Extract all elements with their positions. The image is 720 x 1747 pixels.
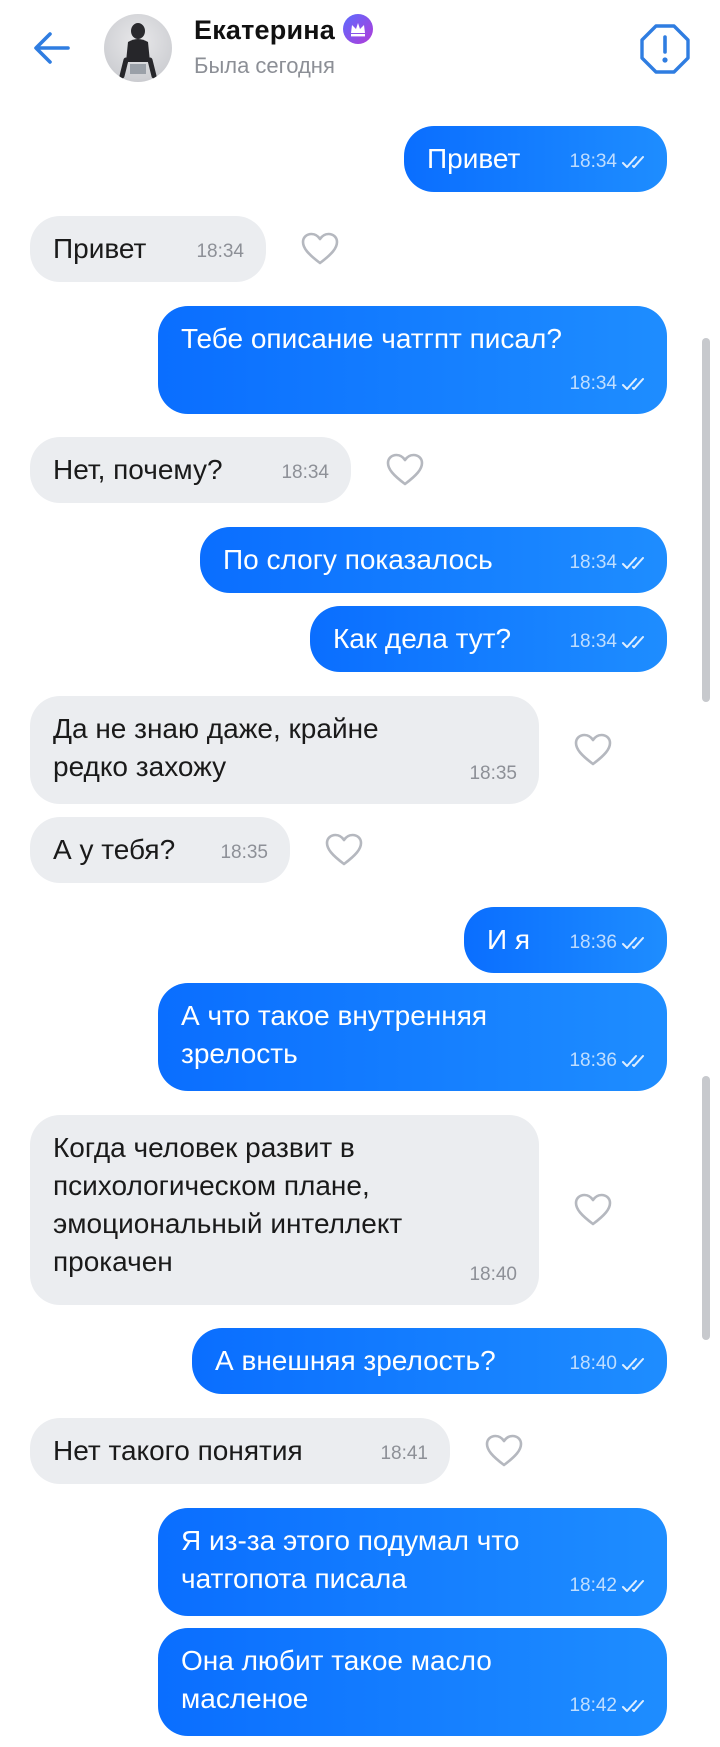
incoming-message[interactable]: Когда человек развит в психологическом пл… (30, 1115, 539, 1305)
incoming-message[interactable]: Нет такого понятия 18:41 (30, 1418, 450, 1484)
message-time: 18:34 (196, 231, 244, 272)
message-timestamp: 18:35 (220, 842, 268, 863)
message-text-line: Я из-за этого подумал что (181, 1525, 520, 1556)
message-text-line: психологическом плане, (53, 1170, 370, 1201)
message-time: 18:34 (569, 542, 651, 583)
message-text-line: зрелость (181, 1038, 298, 1069)
message-text-line: И я (487, 924, 531, 955)
message-time: 18:40 (469, 1254, 517, 1295)
message-timestamp: 18:40 (569, 1353, 617, 1374)
message-time: 18:34 (569, 621, 651, 662)
message-time: 18:42 (569, 1685, 651, 1726)
message-timestamp: 18:35 (469, 763, 517, 784)
like-heart-icon[interactable] (385, 452, 425, 488)
person-figure-icon (119, 23, 157, 79)
message-text-line: А внешняя зрелость? (215, 1345, 496, 1376)
read-checkmarks-icon (622, 937, 644, 949)
message-timestamp: 18:34 (569, 373, 617, 394)
warning-octagon-icon (640, 24, 690, 74)
message-timestamp: 18:42 (569, 1695, 617, 1716)
report-button[interactable] (636, 20, 694, 78)
message-time: 18:41 (380, 1433, 428, 1474)
read-checkmarks-icon (622, 636, 644, 648)
message-timestamp: 18:41 (380, 1443, 428, 1464)
message-text-line: Она любит такое масло (181, 1645, 492, 1676)
incoming-message[interactable]: Привет 18:34 (30, 216, 266, 282)
message-time: 18:42 (569, 1565, 651, 1606)
message-timestamp: 18:42 (569, 1575, 617, 1596)
message-text-line: Нет, почему? (53, 454, 223, 485)
outgoing-message[interactable]: Как дела тут? 18:34 (310, 606, 667, 672)
like-heart-icon[interactable] (484, 1433, 524, 1469)
message-time: 18:34 (569, 141, 651, 182)
read-checkmarks-icon (622, 1055, 644, 1067)
like-heart-icon[interactable] (573, 1192, 613, 1228)
premium-crown-icon (343, 14, 373, 44)
message-time: 18:35 (220, 832, 268, 873)
incoming-message[interactable]: А у тебя? 18:35 (30, 817, 290, 883)
message-time: 18:36 (569, 1040, 651, 1081)
scrollbar-thumb[interactable] (702, 338, 710, 702)
read-checkmarks-icon (622, 557, 644, 569)
message-time: 18:34 (281, 452, 329, 493)
outgoing-message[interactable]: Тебе описание чатгпт писал? 18:34 (158, 306, 667, 414)
read-checkmarks-icon (622, 1580, 644, 1592)
like-heart-icon[interactable] (300, 231, 340, 267)
message-text-line: Да не знаю даже, крайне (53, 713, 379, 744)
incoming-message[interactable]: Да не знаю даже, крайне редко захожу 18:35 (30, 696, 539, 804)
message-timestamp: 18:40 (469, 1264, 517, 1285)
message-time: 18:36 (569, 922, 651, 963)
incoming-message[interactable]: Нет, почему? 18:34 (30, 437, 351, 503)
contact-name[interactable]: Екатерина (194, 14, 373, 46)
message-text-line: Привет (427, 143, 521, 174)
message-timestamp: 18:34 (569, 552, 617, 573)
message-timestamp: 18:34 (569, 151, 617, 172)
outgoing-message[interactable]: И я 18:36 (464, 907, 667, 973)
message-text-line: Как дела тут? (333, 623, 512, 654)
message-text-line: Нет такого понятия (53, 1435, 303, 1466)
read-checkmarks-icon (622, 378, 644, 390)
message-text-line: Привет (53, 233, 147, 264)
outgoing-message[interactable]: А что такое внутренняя зрелость 18:36 (158, 983, 667, 1091)
message-text-line: А у тебя? (53, 834, 176, 865)
last-seen-status: Была сегодня (194, 53, 335, 78)
outgoing-message[interactable]: Я из-за этого подумал что чатгопота писал… (158, 1508, 667, 1616)
outgoing-message[interactable]: Привет 18:34 (404, 126, 667, 192)
contact-name-text: Екатерина (194, 15, 335, 45)
message-timestamp: 18:34 (569, 631, 617, 652)
message-timestamp: 18:34 (281, 462, 329, 483)
message-time: 18:34 (569, 363, 651, 404)
outgoing-message[interactable]: Она любит такое масло масленое 18:42 (158, 1628, 667, 1736)
back-button[interactable] (26, 22, 78, 74)
like-heart-icon[interactable] (573, 732, 613, 768)
message-text-line: эмоциональный интеллект (53, 1208, 403, 1239)
message-text-line: По слогу показалось (223, 544, 493, 575)
message-text-line: прокачен (53, 1246, 173, 1277)
chat-header: Екатерина Была сегодня (0, 0, 720, 96)
read-checkmarks-icon (622, 1358, 644, 1370)
outgoing-message[interactable]: По слогу показалось 18:34 (200, 527, 667, 593)
message-timestamp: 18:36 (569, 1050, 617, 1071)
message-timestamp: 18:34 (196, 241, 244, 262)
arrow-left-icon (34, 32, 70, 64)
contact-avatar[interactable] (104, 14, 172, 82)
message-text-line: масленое (181, 1683, 309, 1714)
message-timestamp: 18:36 (569, 932, 617, 953)
message-text-line: Когда человек развит в (53, 1132, 355, 1163)
message-text-line: Тебе описание чатгпт писал? (181, 323, 562, 354)
message-time: 18:40 (569, 1343, 651, 1384)
scrollbar-thumb[interactable] (702, 1076, 710, 1340)
outgoing-message[interactable]: А внешняя зрелость? 18:40 (192, 1328, 667, 1394)
like-heart-icon[interactable] (324, 832, 364, 868)
message-text-line: редко захожу (53, 751, 227, 782)
message-time: 18:35 (469, 753, 517, 794)
message-text-line: чатгопота писала (181, 1563, 407, 1594)
read-checkmarks-icon (622, 1700, 644, 1712)
message-text-line: А что такое внутренняя (181, 1000, 488, 1031)
read-checkmarks-icon (622, 156, 644, 168)
